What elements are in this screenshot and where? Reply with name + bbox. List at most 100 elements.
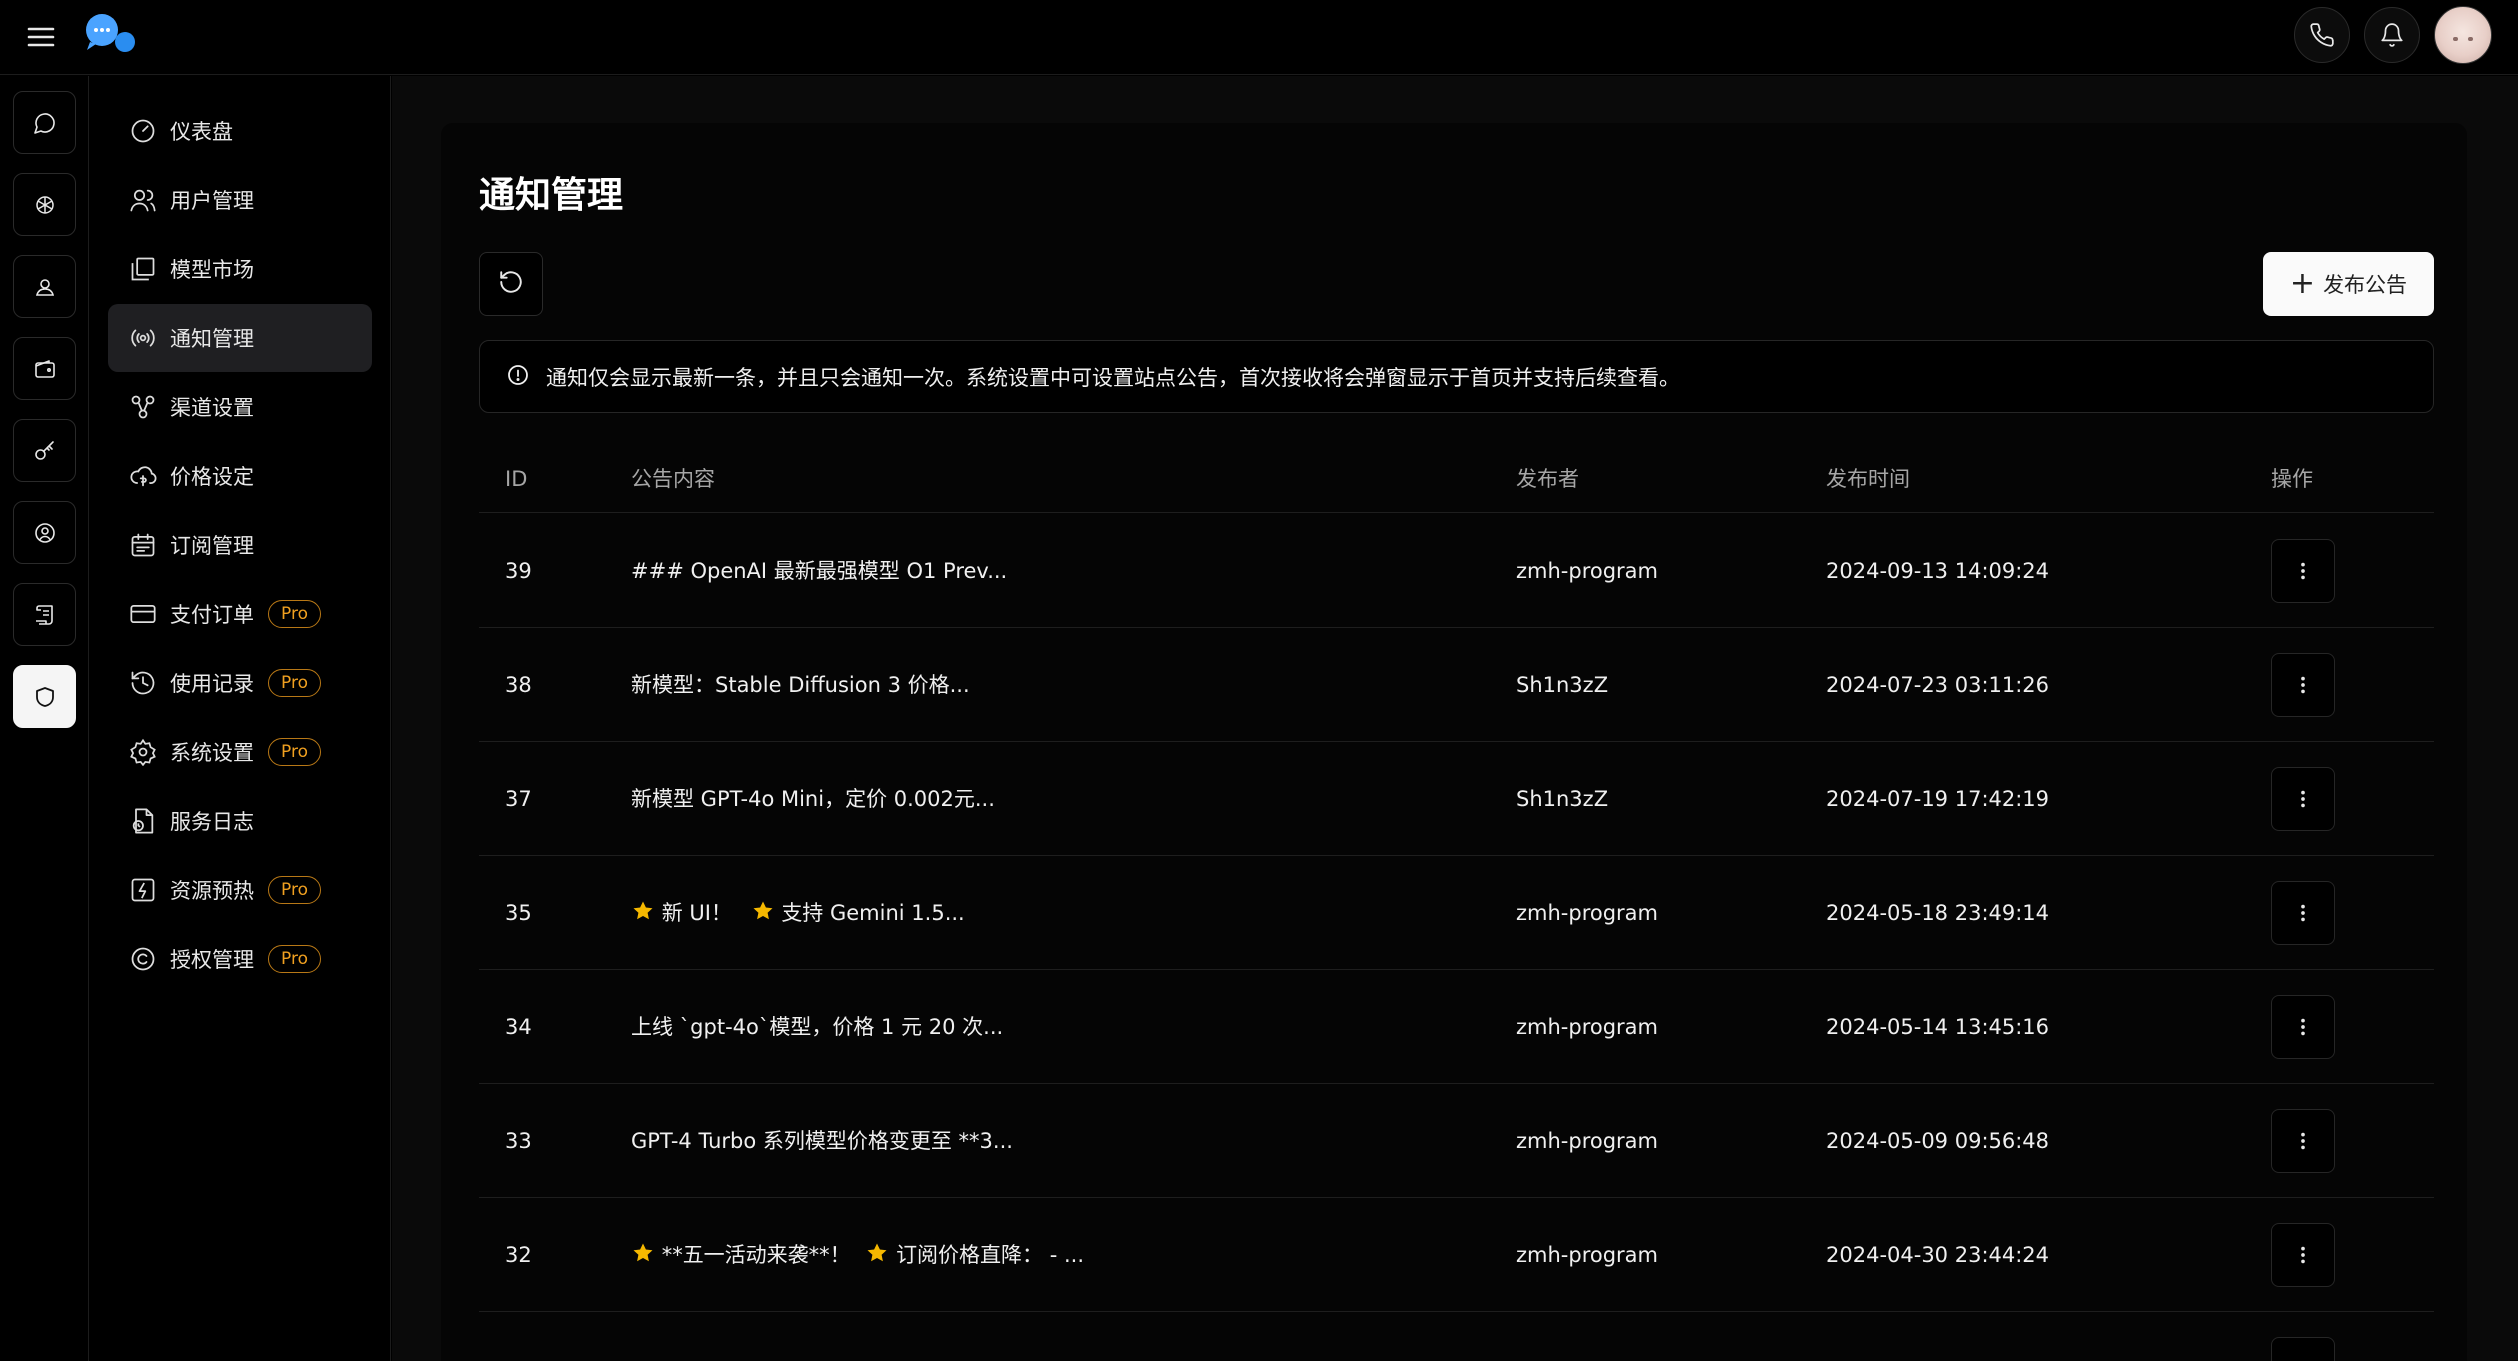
nav-item-resource-preheat[interactable]: 资源预热 Pro	[108, 856, 372, 924]
row-content[interactable]: 新模型：Stable Diffusion 3 价格...	[631, 628, 970, 742]
table-row[interactable]: 37 新模型 GPT-4o Mini，定价 0.002元... Sh1n3zZ …	[479, 742, 2434, 856]
history-icon	[128, 668, 158, 698]
row-content[interactable]: **五一活动来袭**！ 订阅价格直降： - ...	[631, 1198, 1084, 1312]
chat-icon[interactable]	[13, 91, 76, 154]
column-header-publisher[interactable]: 发布者	[1516, 445, 1579, 513]
more-actions-button[interactable]	[2271, 653, 2335, 717]
table-row[interactable]: 34 上线 `gpt-4o`模型，价格 1 元 20 次... zmh-prog…	[479, 970, 2434, 1084]
user-circle-icon[interactable]	[13, 501, 76, 564]
table-row[interactable]: 39 ### OpenAI 最新最强模型 O1 Prev... zmh-prog…	[479, 514, 2434, 628]
table-header: ID 公告内容 发布者 发布时间 操作	[479, 445, 2434, 513]
row-publisher: Sh1n3zZ	[1516, 673, 1609, 697]
row-time: 2024-05-14 13:45:16	[1826, 1015, 2050, 1039]
network-icon	[128, 392, 158, 422]
more-vertical-icon	[2301, 1246, 2305, 1264]
nav-label: 授权管理	[170, 948, 254, 972]
refresh-icon	[498, 269, 524, 299]
nav-item-notifications[interactable]: 通知管理	[108, 304, 372, 372]
more-actions-button[interactable]	[2271, 539, 2335, 603]
alert-text: 通知仅会显示最新一条，并且只会通知一次。系统设置中可设置站点公告，首次接收将会弹…	[546, 365, 1680, 390]
refresh-button[interactable]	[479, 252, 543, 316]
row-id: 33	[505, 1129, 532, 1153]
row-content[interactable]: ### OpenAI 最新最强模型 O1 Prev...	[631, 514, 1007, 628]
phone-icon[interactable]	[2294, 7, 2350, 63]
nav-item-system-settings[interactable]: 系统设置 Pro	[108, 718, 372, 786]
more-vertical-icon	[2301, 904, 2305, 922]
nav-label: 服务日志	[170, 810, 254, 834]
nav-item-payment-orders[interactable]: 支付订单 Pro	[108, 580, 372, 648]
nav-item-pricing[interactable]: 价格设定	[108, 442, 372, 510]
key-icon[interactable]	[13, 419, 76, 482]
publish-label: 发布公告	[2323, 273, 2408, 297]
row-content[interactable]: 上线 `gpt-4o`模型，价格 1 元 20 次...	[631, 970, 1003, 1084]
chat-logo-icon[interactable]	[82, 12, 140, 56]
table-row[interactable]: 38 新模型：Stable Diffusion 3 价格... Sh1n3zZ …	[479, 628, 2434, 742]
column-header-time[interactable]: 发布时间	[1826, 445, 1910, 513]
nav-item-model-market[interactable]: 模型市场	[108, 235, 372, 303]
more-actions-button[interactable]	[2271, 881, 2335, 945]
table-row[interactable]: 32 **五一活动来袭**！ 订阅价格直降： - ... zmh-program…	[479, 1198, 2434, 1312]
row-content[interactable]: 新模型 GPT-4o Mini，定价 0.002元...	[631, 742, 995, 856]
row-time: 2024-04-30 23:44:24	[1826, 1243, 2050, 1267]
table-row[interactable]	[479, 1312, 2434, 1361]
row-publisher: zmh-program	[1516, 901, 1659, 925]
nav-label: 支付订单	[170, 603, 254, 627]
gallery-icon	[128, 254, 158, 284]
star-icon	[633, 1243, 653, 1262]
more-vertical-icon	[2301, 1132, 2305, 1150]
info-alert: 通知仅会显示最新一条，并且只会通知一次。系统设置中可设置站点公告，首次接收将会弹…	[479, 340, 2434, 413]
row-content-part: 支持 Gemini 1.5...	[781, 901, 965, 925]
bell-icon[interactable]	[2364, 7, 2420, 63]
row-time: 2024-05-09 09:56:48	[1826, 1129, 2050, 1153]
nav-label: 使用记录	[170, 672, 254, 696]
row-content-part: 订阅价格直降： - ...	[896, 1243, 1085, 1267]
table-row[interactable]: 33 GPT-4 Turbo 系列模型价格变更至 **3... zmh-prog…	[479, 1084, 2434, 1198]
menu-icon[interactable]	[24, 20, 58, 54]
nav-item-license[interactable]: 授权管理 Pro	[108, 925, 372, 993]
publish-announcement-button[interactable]: + 发布公告	[2263, 252, 2434, 316]
pro-badge: Pro	[268, 600, 321, 628]
nav-label: 用户管理	[170, 189, 254, 213]
more-actions-button[interactable]	[2271, 1337, 2335, 1361]
more-actions-button[interactable]	[2271, 995, 2335, 1059]
user-avatar[interactable]	[2434, 6, 2492, 64]
nav-sidebar: 仪表盘 用户管理 模型市场 通知管理 渠道设置 价格设定 订阅管理 支付订单 P…	[90, 76, 391, 1361]
row-publisher: zmh-program	[1516, 1015, 1659, 1039]
scroll-icon[interactable]	[13, 583, 76, 646]
star-icon	[753, 901, 773, 920]
log-icon	[128, 806, 158, 836]
more-actions-button[interactable]	[2271, 1223, 2335, 1287]
pro-badge: Pro	[268, 738, 321, 766]
nav-item-usage-records[interactable]: 使用记录 Pro	[108, 649, 372, 717]
nav-item-subscriptions[interactable]: 订阅管理	[108, 511, 372, 579]
star-icon	[633, 901, 653, 920]
nav-item-users[interactable]: 用户管理	[108, 166, 372, 234]
nav-item-dashboard[interactable]: 仪表盘	[108, 97, 372, 165]
nav-item-channels[interactable]: 渠道设置	[108, 373, 372, 441]
preheat-icon	[128, 875, 158, 905]
nav-label: 订阅管理	[170, 534, 254, 558]
column-header-id[interactable]: ID	[505, 445, 527, 513]
page-title: 通知管理	[479, 175, 624, 216]
nav-label: 渠道设置	[170, 396, 254, 420]
more-actions-button[interactable]	[2271, 767, 2335, 831]
row-time: 2024-07-19 17:42:19	[1826, 787, 2050, 811]
row-publisher: zmh-program	[1516, 1129, 1659, 1153]
wallet-icon[interactable]	[13, 337, 76, 400]
row-content-part: **五一活动来袭**！	[661, 1243, 851, 1267]
more-actions-button[interactable]	[2271, 1109, 2335, 1173]
nav-item-service-logs[interactable]: 服务日志	[108, 787, 372, 855]
user-icon[interactable]	[13, 255, 76, 318]
row-publisher: zmh-program	[1516, 1243, 1659, 1267]
table-row[interactable]: 35 新 UI！ 支持 Gemini 1.5... zmh-program 20…	[479, 856, 2434, 970]
calendar-icon	[128, 530, 158, 560]
row-content[interactable]: GPT-4 Turbo 系列模型价格变更至 **3...	[631, 1084, 1013, 1198]
copyright-icon	[128, 944, 158, 974]
pro-badge: Pro	[268, 669, 321, 697]
row-content[interactable]: 新 UI！ 支持 Gemini 1.5...	[631, 856, 965, 970]
row-id: 34	[505, 1015, 532, 1039]
shield-icon[interactable]	[13, 665, 76, 728]
openai-icon[interactable]	[13, 173, 76, 236]
column-header-content[interactable]: 公告内容	[631, 445, 715, 513]
more-vertical-icon	[2301, 1018, 2305, 1036]
